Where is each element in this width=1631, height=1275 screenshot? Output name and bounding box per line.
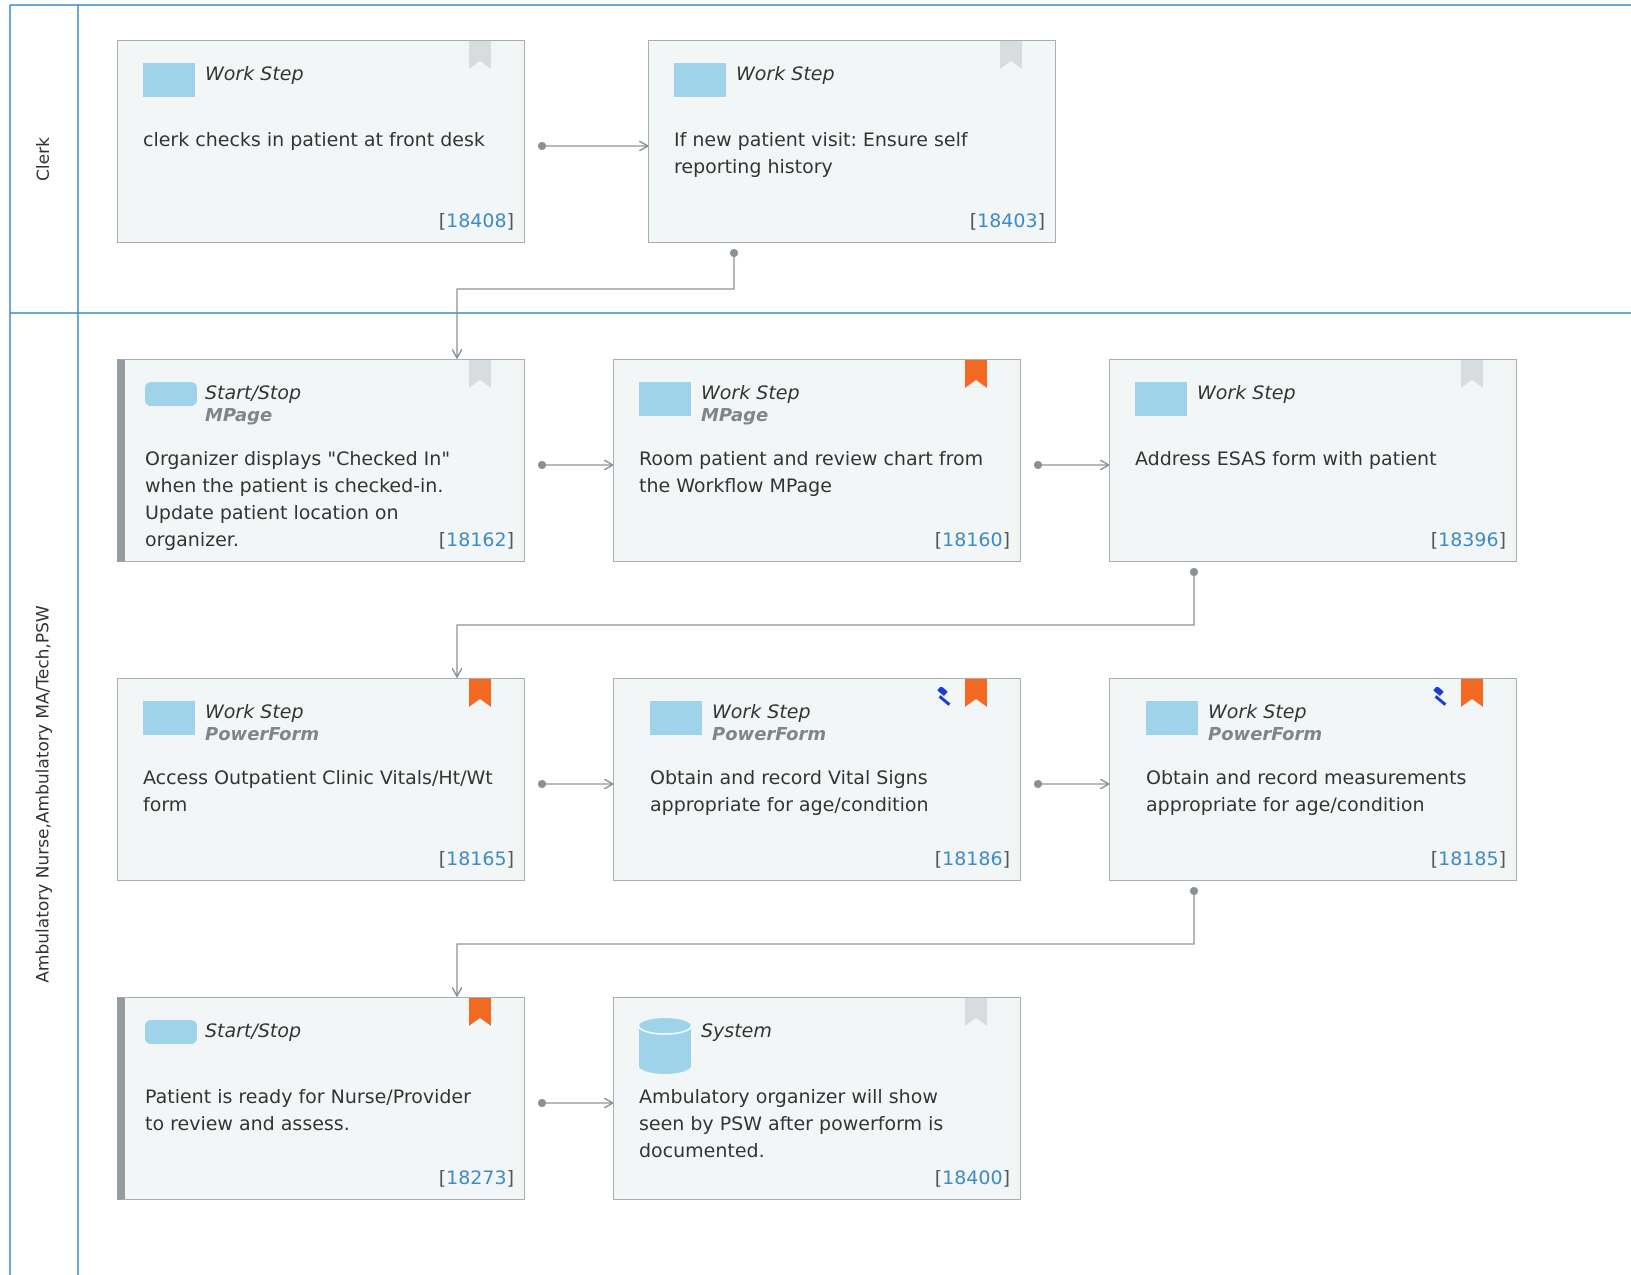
work-step-icon bbox=[1135, 382, 1187, 416]
step-id-link[interactable]: 18400 bbox=[942, 1167, 1002, 1189]
start-stop-icon bbox=[145, 382, 197, 406]
step-id-link[interactable]: 18160 bbox=[942, 529, 1002, 551]
gavel-icon[interactable] bbox=[1430, 687, 1452, 707]
step-type: Work Step bbox=[712, 701, 811, 723]
bookmark-icon[interactable] bbox=[469, 41, 491, 69]
step-subtype: PowerForm bbox=[712, 724, 827, 745]
step-id[interactable]: [18400] bbox=[935, 1167, 1010, 1189]
work-step-icon bbox=[639, 382, 691, 416]
step-card-18160[interactable]: Work Step MPage Room patient and review … bbox=[613, 359, 1021, 562]
step-id-link[interactable]: 18185 bbox=[1438, 848, 1498, 870]
step-subtype: MPage bbox=[701, 405, 769, 426]
step-type: Work Step bbox=[701, 382, 800, 404]
bookmark-icon[interactable] bbox=[469, 679, 491, 707]
step-id-link[interactable]: 18273 bbox=[446, 1167, 506, 1189]
bookmark-icon[interactable] bbox=[1461, 360, 1483, 388]
step-text: Obtain and record measurements appropria… bbox=[1146, 767, 1467, 816]
step-type: Work Step bbox=[1208, 701, 1307, 723]
step-subtype: PowerForm bbox=[205, 724, 320, 745]
step-text: Access Outpatient Clinic Vitals/Ht/Wt fo… bbox=[143, 767, 493, 816]
database-icon bbox=[639, 1018, 691, 1074]
bookmark-icon[interactable] bbox=[469, 998, 491, 1026]
work-step-icon bbox=[143, 63, 195, 97]
work-step-icon bbox=[650, 701, 702, 735]
step-text: Patient is ready for Nurse/Provider to r… bbox=[145, 1086, 471, 1135]
work-step-icon bbox=[1146, 701, 1198, 735]
connector-18403-18162 bbox=[457, 253, 735, 358]
step-subtype: PowerForm bbox=[1208, 724, 1323, 745]
step-id[interactable]: [18273] bbox=[439, 1167, 514, 1189]
step-id[interactable]: [18185] bbox=[1431, 848, 1506, 870]
step-card-18185[interactable]: Work Step PowerForm Obtain and record me… bbox=[1109, 678, 1517, 881]
step-card-18186[interactable]: Work Step PowerForm Obtain and record Vi… bbox=[613, 678, 1021, 881]
step-card-18396[interactable]: Work Step Address ESAS form with patient… bbox=[1109, 359, 1517, 562]
bookmark-icon[interactable] bbox=[965, 360, 987, 388]
bookmark-icon[interactable] bbox=[965, 998, 987, 1026]
step-subtype: MPage bbox=[205, 405, 273, 426]
step-type: Work Step bbox=[1197, 382, 1296, 404]
bookmark-icon[interactable] bbox=[1000, 41, 1022, 69]
step-text: If new patient visit: Ensure self report… bbox=[674, 129, 968, 178]
step-card-18162[interactable]: Start/Stop MPage Organizer displays "Che… bbox=[117, 359, 525, 562]
step-card-18273[interactable]: Start/Stop Patient is ready for Nurse/Pr… bbox=[117, 997, 525, 1200]
step-id-link[interactable]: 18408 bbox=[446, 210, 506, 232]
step-id[interactable]: [18160] bbox=[935, 529, 1010, 551]
step-text: Obtain and record Vital Signs appropriat… bbox=[650, 767, 929, 816]
step-id[interactable]: [18186] bbox=[935, 848, 1010, 870]
step-type: Work Step bbox=[205, 701, 304, 723]
step-type: System bbox=[701, 1020, 772, 1042]
step-type: Work Step bbox=[736, 63, 835, 85]
step-id-link[interactable]: 18165 bbox=[446, 848, 506, 870]
step-card-18408[interactable]: Work Step clerk checks in patient at fro… bbox=[117, 40, 525, 243]
step-text: Address ESAS form with patient bbox=[1135, 448, 1437, 470]
step-id[interactable]: [18408] bbox=[439, 210, 514, 232]
connector-18185-18273 bbox=[457, 891, 1195, 996]
bookmark-icon[interactable] bbox=[965, 679, 987, 707]
bookmark-icon[interactable] bbox=[1461, 679, 1483, 707]
step-id-link[interactable]: 18186 bbox=[942, 848, 1002, 870]
step-card-18403[interactable]: Work Step If new patient visit: Ensure s… bbox=[648, 40, 1056, 243]
step-text: clerk checks in patient at front desk bbox=[143, 129, 485, 151]
step-card-18165[interactable]: Work Step PowerForm Access Outpatient Cl… bbox=[117, 678, 525, 881]
step-type: Start/Stop bbox=[205, 382, 302, 404]
step-type: Work Step bbox=[205, 63, 304, 85]
step-text: Room patient and review chart from the W… bbox=[639, 448, 984, 497]
step-id[interactable]: [18162] bbox=[439, 529, 514, 551]
step-type: Start/Stop bbox=[205, 1020, 302, 1042]
step-id[interactable]: [18396] bbox=[1431, 529, 1506, 551]
gavel-icon[interactable] bbox=[934, 687, 956, 707]
step-id-link[interactable]: 18396 bbox=[1438, 529, 1498, 551]
step-id-link[interactable]: 18403 bbox=[977, 210, 1037, 232]
work-step-icon bbox=[143, 701, 195, 735]
step-id[interactable]: [18165] bbox=[439, 848, 514, 870]
start-stop-icon bbox=[145, 1020, 197, 1044]
step-card-18400[interactable]: System Ambulatory organizer will show se… bbox=[613, 997, 1021, 1200]
bookmark-icon[interactable] bbox=[469, 360, 491, 388]
work-step-icon bbox=[674, 63, 726, 97]
step-id[interactable]: [18403] bbox=[970, 210, 1045, 232]
connector-18396-18165 bbox=[457, 572, 1195, 677]
step-id-link[interactable]: 18162 bbox=[446, 529, 506, 551]
step-text: Ambulatory organizer will show seen by P… bbox=[639, 1086, 944, 1162]
